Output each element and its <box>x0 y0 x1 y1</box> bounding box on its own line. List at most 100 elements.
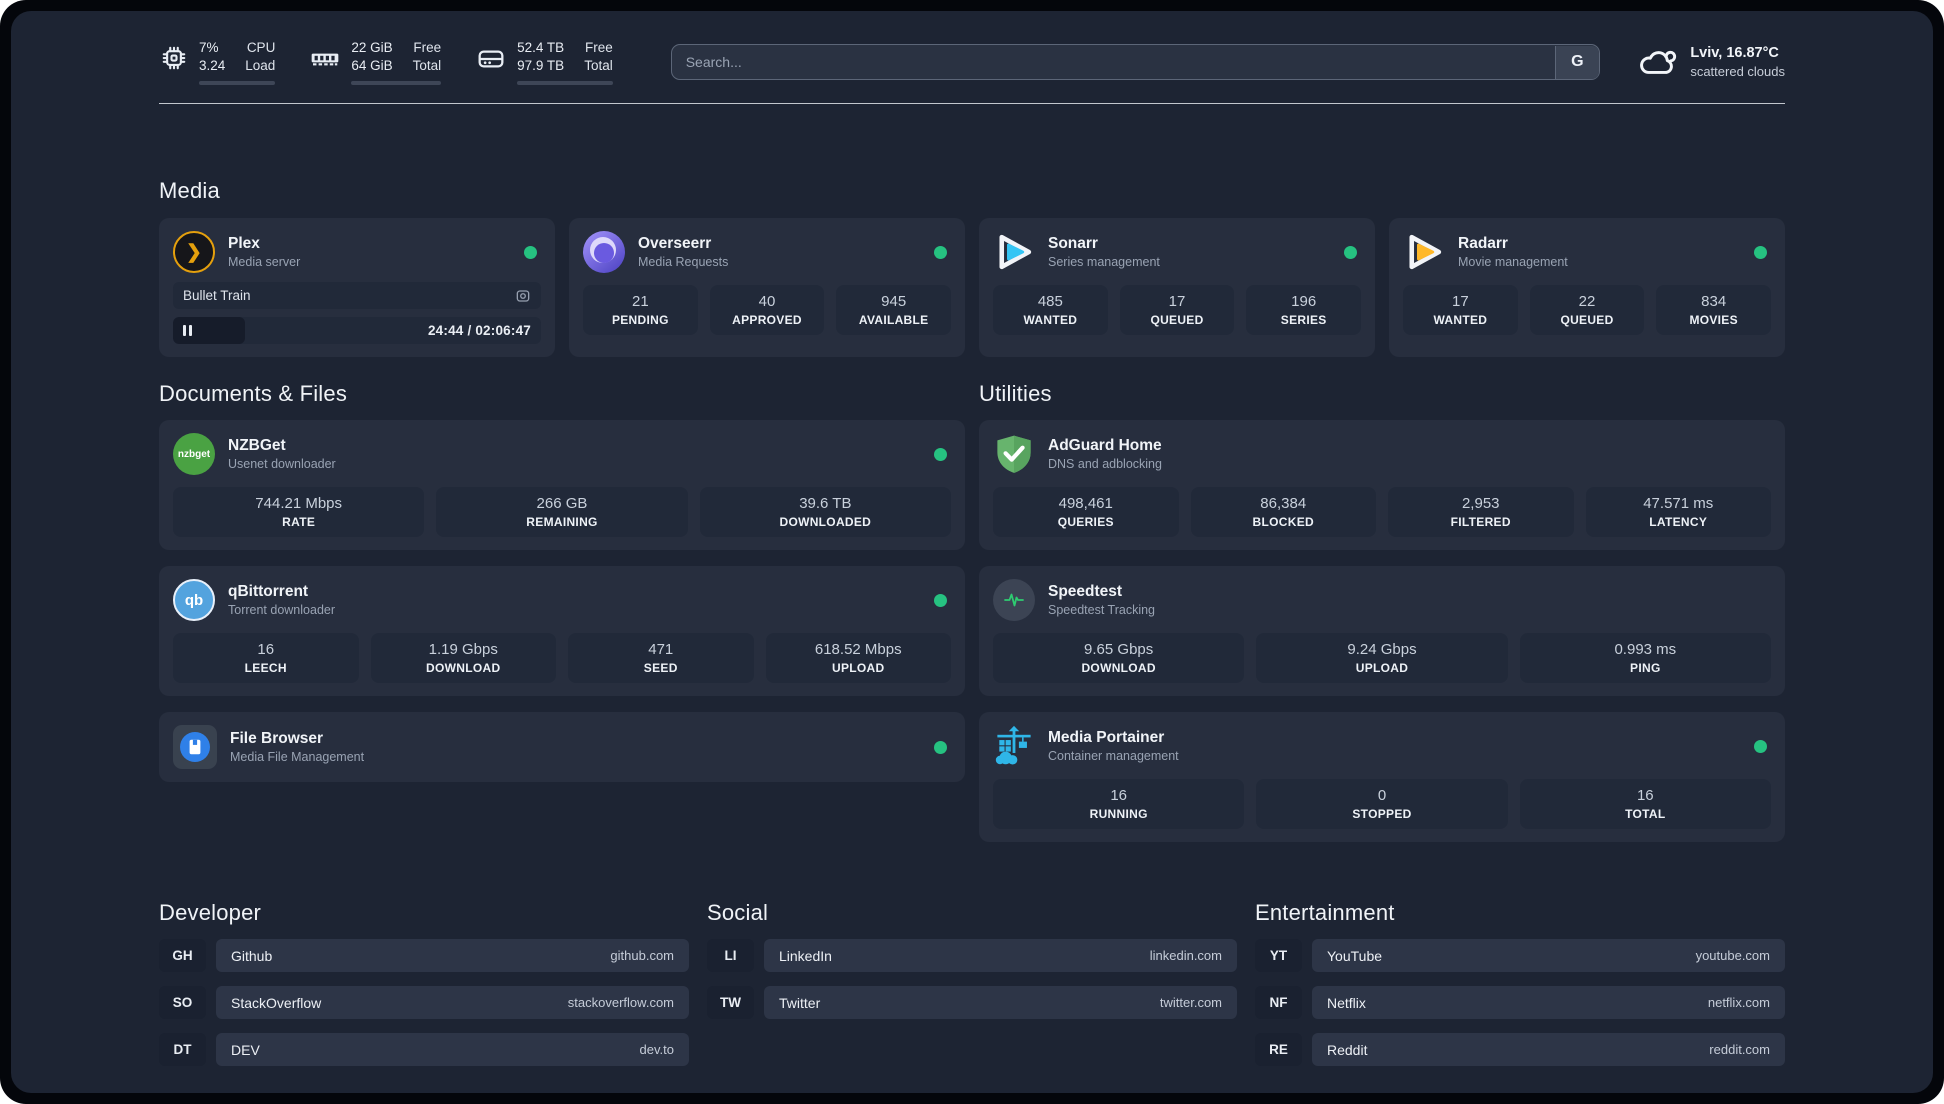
link-dev-to[interactable]: DT DEV dev.to <box>159 1033 689 1066</box>
disk-total: 97.9 TB <box>517 58 565 73</box>
disk-label-1: Free <box>584 40 613 55</box>
stat-running: 16 RUNNING <box>993 779 1245 829</box>
sonarr-icon <box>993 231 1035 273</box>
app-name: AdGuard Home <box>1048 436 1162 454</box>
link-twitter[interactable]: TW Twitter twitter.com <box>707 986 1237 1019</box>
app-name: Media Portainer <box>1048 728 1165 746</box>
stat-queued: 17 QUEUED <box>1119 285 1235 335</box>
stat-stopped: 0 STOPPED <box>1256 779 1508 829</box>
weather-condition: scattered clouds <box>1690 63 1785 79</box>
cpu-percent: 7% <box>199 40 219 55</box>
status-indicator-online <box>1754 245 1767 259</box>
app-description: Torrent downloader <box>228 602 336 617</box>
window-frame: 7% 3.24 CPU Load 22 GiB 64 GiB Free Tota… <box>0 0 1944 1104</box>
app-card-filebrowser[interactable]: File Browser Media File Management <box>159 712 965 782</box>
app-description: Speedtest Tracking <box>1048 602 1156 617</box>
stat-ping: 0.993 ms PING <box>1519 633 1771 683</box>
app-name: Radarr <box>1458 234 1508 252</box>
app-description: Container management <box>1048 748 1179 763</box>
link-github[interactable]: GH Github github.com <box>159 939 689 972</box>
app-card-plex[interactable]: ❯ Plex Media server Bullet Train 24:44 /… <box>159 218 555 357</box>
cpu-label-1: CPU <box>246 40 276 55</box>
app-card-portainer[interactable]: Media Portainer Container management 16 R… <box>979 712 1785 842</box>
qbittorrent-icon: qb <box>173 579 215 621</box>
memory-progress-track <box>351 81 442 85</box>
playback-time: 24:44 / 02:06:47 <box>427 323 531 338</box>
status-indicator-online <box>934 593 947 607</box>
app-description: Media File Management <box>230 749 365 764</box>
disk-label-2: Total <box>584 58 613 73</box>
session-camera-icon <box>515 288 531 304</box>
cpu-chip-icon <box>159 43 189 78</box>
status-indicator-online <box>934 245 947 259</box>
weather-widget: Lviv, 16.87°C scattered clouds <box>1636 42 1785 83</box>
search-engine-button[interactable]: G <box>1554 45 1599 79</box>
stat-downloaded: 39.6 TB DOWNLOADED <box>699 487 951 537</box>
link-linkedin[interactable]: LI LinkedIn linkedin.com <box>707 939 1237 972</box>
link-code-badge: TW <box>707 986 754 1019</box>
media-row: ❯ Plex Media server Bullet Train 24:44 /… <box>159 218 1785 357</box>
app-name: File Browser <box>230 729 324 747</box>
cpu-label-2: Load <box>245 58 276 73</box>
top-bar: 7% 3.24 CPU Load 22 GiB 64 GiB Free Tota… <box>159 39 1785 85</box>
search-input[interactable] <box>670 44 1601 80</box>
disk-icon <box>475 43 507 80</box>
section-title-entertainment: Entertainment <box>1255 900 1395 925</box>
link-reddit[interactable]: RE Reddit reddit.com <box>1255 1033 1785 1066</box>
stat-available: 945 AVAILABLE <box>836 285 952 335</box>
app-description: Media server <box>228 254 301 269</box>
stat-total: 16 TOTAL <box>1519 779 1771 829</box>
disk-stat: 52.4 TB 97.9 TB Free Total <box>475 39 613 85</box>
status-indicator-online <box>934 740 947 754</box>
plex-icon: ❯ <box>173 231 215 273</box>
pause-icon[interactable] <box>183 325 192 336</box>
link-code-badge: GH <box>159 939 206 972</box>
speedtest-pulse-icon <box>993 579 1035 621</box>
app-name: Overseerr <box>638 234 712 252</box>
app-card-adguard[interactable]: AdGuard Home DNS and adblocking 498,461 Q… <box>979 420 1785 550</box>
cloud-icon <box>1636 42 1678 83</box>
cpu-loadavg: 3.24 <box>199 58 226 73</box>
stat-filtered: 2,953 FILTERED <box>1388 487 1574 537</box>
utilities-column: Utilities AdGuard Home DNS and adblockin… <box>979 381 1785 842</box>
documents-column: Documents & Files nzbget NZBGet Usenet d… <box>159 381 965 842</box>
portainer-crane-icon <box>993 725 1035 767</box>
link-stackoverflow[interactable]: SO StackOverflow stackoverflow.com <box>159 986 689 1019</box>
playback-progress-bar: 24:44 / 02:06:47 <box>173 317 541 344</box>
search-box: G <box>670 44 1601 80</box>
stat-leech: 16 LEECH <box>173 633 359 683</box>
link-code-badge: YT <box>1255 939 1302 972</box>
disk-progress-track <box>517 81 613 85</box>
stat-pending: 21 PENDING <box>583 285 698 335</box>
app-description: DNS and adblocking <box>1048 456 1162 471</box>
cpu-progress-track <box>199 81 276 85</box>
app-card-speedtest[interactable]: Speedtest Speedtest Tracking 9.65 Gbps DO… <box>979 566 1785 696</box>
status-indicator-online <box>934 447 947 461</box>
now-playing-row: Bullet Train <box>173 282 541 309</box>
section-title-social: Social <box>707 900 769 925</box>
weather-location-temp: Lviv, 16.87°C <box>1690 44 1779 61</box>
link-netflix[interactable]: NF Netflix netflix.com <box>1255 986 1785 1019</box>
app-name: qBittorrent <box>228 582 309 600</box>
stat-download: 1.19 Gbps DOWNLOAD <box>370 633 556 683</box>
memory-label-2: Total <box>412 58 442 73</box>
app-card-overseerr[interactable]: Overseerr Media Requests 21 PENDING 40 APP… <box>569 218 965 357</box>
stat-series: 196 SERIES <box>1246 285 1362 335</box>
app-name: Plex <box>228 234 260 252</box>
app-card-qbittorrent[interactable]: qb qBittorrent Torrent downloader 16 LEEC… <box>159 566 965 696</box>
status-indicator-online <box>1754 739 1767 753</box>
link-youtube[interactable]: YT YouTube youtube.com <box>1255 939 1785 972</box>
app-name: Speedtest <box>1048 582 1123 600</box>
app-description: Movie management <box>1458 254 1568 269</box>
app-card-radarr[interactable]: Radarr Movie management 17 WANTED 22 QUEUE… <box>1389 218 1785 357</box>
app-description: Usenet downloader <box>228 456 336 471</box>
app-card-sonarr[interactable]: Sonarr Series management 485 WANTED 17 QUE… <box>979 218 1375 357</box>
entertainment-column: Entertainment YT YouTube youtube.com NF N… <box>1255 900 1785 1066</box>
stat-upload: 618.52 Mbps UPLOAD <box>765 633 951 683</box>
stat-seed: 471 SEED <box>568 633 754 683</box>
stat-rate: 744.21 Mbps RATE <box>173 487 425 537</box>
stat-latency: 47.571 ms LATENCY <box>1585 487 1771 537</box>
link-code-badge: RE <box>1255 1033 1302 1066</box>
app-card-nzbget[interactable]: nzbget NZBGet Usenet downloader 744.21 M… <box>159 420 965 550</box>
stat-approved: 40 APPROVED <box>709 285 825 335</box>
